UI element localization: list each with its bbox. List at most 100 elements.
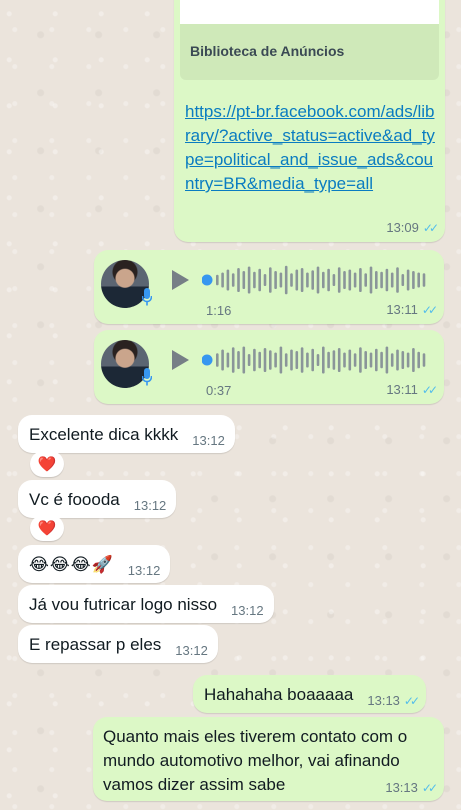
waveform-bar — [422, 353, 426, 367]
waveform-bar — [375, 348, 378, 372]
outgoing-message[interactable]: Hahahaha boaaaaa 13:13 ✓✓ — [193, 675, 427, 713]
waveform-bar — [279, 346, 283, 374]
message-text: 😂😂😂🚀 — [29, 555, 114, 574]
voice-message-bubble[interactable]: 1:16 13:11 ✓✓ — [94, 250, 444, 324]
read-receipt-icon: ✓✓ — [421, 780, 438, 795]
voice-waveform[interactable] — [202, 264, 430, 296]
read-receipt-icon: ✓✓ — [422, 220, 439, 235]
waveform-bar — [322, 271, 325, 289]
link-preview-image[interactable] — [180, 0, 439, 24]
message-text: E repassar p eles — [29, 635, 162, 654]
playback-position-dot[interactable] — [202, 274, 213, 286]
waveform-bar — [327, 351, 330, 369]
message-text: Já vou futricar logo nisso — [29, 595, 218, 614]
incoming-message[interactable]: E repassar p eles 13:12 — [18, 625, 218, 663]
waveform-bar — [258, 268, 261, 292]
waveform-bar — [284, 265, 288, 295]
message-text: Quanto mais eles tiverem contato com o m… — [103, 727, 408, 794]
waveform-bar — [348, 269, 352, 291]
incoming-message[interactable]: Vc é foooda 13:12 — [18, 480, 177, 518]
waveform-bar — [322, 346, 325, 374]
play-icon[interactable] — [172, 270, 189, 290]
waveform-bar — [316, 354, 320, 366]
waveform-bar — [417, 272, 420, 288]
waveform-bar — [401, 351, 405, 369]
waveform-bar — [353, 353, 357, 367]
message-meta: 13:09 ✓✓ — [386, 220, 439, 235]
heart-reaction-icon[interactable]: ❤️ — [30, 515, 64, 541]
waveform-bar — [396, 267, 399, 293]
waveform-bar — [269, 350, 272, 370]
read-receipt-icon: ✓✓ — [421, 302, 438, 317]
waveform-bar — [380, 351, 383, 369]
waveform-bar — [295, 351, 299, 369]
microphone-icon — [142, 288, 152, 306]
message-meta: 13:11 ✓✓ — [386, 382, 438, 397]
waveform-bar — [385, 346, 389, 374]
message-time: 13:12 — [127, 563, 161, 578]
message-meta: 13:11 ✓✓ — [386, 302, 438, 317]
waveform-bar — [237, 351, 240, 369]
voice-duration: 1:16 — [206, 303, 232, 318]
message-time: 13:13 — [385, 780, 418, 795]
waveform-bar — [231, 347, 235, 373]
message-time: 13:11 — [386, 302, 418, 317]
incoming-message[interactable]: Excelente dica kkkk 13:12 — [18, 415, 235, 453]
message-time: 13:13 — [367, 693, 400, 708]
outgoing-message[interactable]: Quanto mais eles tiverem contato com o m… — [93, 717, 444, 801]
waveform-bar — [274, 271, 277, 289]
waveform-bar — [337, 267, 341, 293]
waveform-bar — [337, 348, 341, 372]
voice-message-bubble[interactable]: 0:37 13:11 ✓✓ — [94, 330, 444, 404]
incoming-message[interactable]: 😂😂😂🚀 13:12 — [18, 545, 171, 583]
waveform-bar — [390, 353, 394, 367]
waveform-bar — [269, 267, 272, 293]
waveform-bar — [279, 272, 283, 288]
waveform-bar — [327, 268, 330, 292]
message-text: Vc é foooda — [29, 490, 120, 509]
waveform-bar — [300, 268, 304, 292]
waveform-bar — [274, 352, 277, 368]
link-url[interactable]: https://pt-br.facebook.com/ads/library/?… — [185, 100, 440, 196]
incoming-message[interactable]: Já vou futricar logo nisso 13:12 — [18, 585, 274, 623]
waveform-bar — [306, 352, 309, 368]
waveform-bar — [242, 346, 246, 374]
waveform-bar — [369, 266, 373, 294]
waveform-bar — [343, 271, 346, 289]
link-message-bubble[interactable]: Biblioteca de Anúncios https://pt-br.fac… — [174, 0, 445, 242]
waveform-bar — [247, 354, 251, 366]
microphone-icon — [142, 368, 152, 386]
waveform-bar — [332, 350, 336, 370]
waveform-bar — [263, 274, 267, 286]
waveform-bar — [396, 349, 399, 371]
waveform-bar — [401, 274, 405, 286]
voice-duration: 0:37 — [206, 383, 232, 398]
playback-position-dot[interactable] — [202, 354, 213, 366]
waveform-bar — [306, 272, 309, 288]
waveform-bar — [348, 349, 352, 371]
waveform-bar — [422, 273, 426, 287]
waveform-bar — [311, 270, 314, 290]
read-receipt-icon: ✓✓ — [421, 382, 438, 397]
waveform-bar — [359, 347, 362, 373]
waveform-bar — [231, 273, 235, 287]
waveform-bar — [253, 348, 256, 372]
play-icon[interactable] — [172, 350, 189, 370]
waveform-bar — [343, 352, 346, 368]
waveform-bar — [380, 271, 383, 289]
waveform-bar — [226, 352, 230, 368]
heart-reaction-icon[interactable]: ❤️ — [30, 451, 64, 477]
voice-waveform[interactable] — [202, 344, 430, 376]
link-preview-title: Biblioteca de Anúncios — [190, 43, 345, 59]
waveform-bar — [284, 353, 288, 367]
waveform-bar — [247, 266, 251, 294]
waveform-bar — [237, 268, 240, 292]
waveform-bar — [242, 271, 246, 289]
message-time: 13:12 — [133, 498, 167, 513]
waveform-bar — [412, 271, 415, 289]
waveform-bar — [316, 266, 320, 294]
link-preview-card[interactable]: Biblioteca de Anúncios — [180, 24, 439, 80]
waveform-bar — [406, 269, 410, 291]
read-receipt-icon: ✓✓ — [403, 693, 420, 708]
waveform-bar — [385, 268, 389, 292]
